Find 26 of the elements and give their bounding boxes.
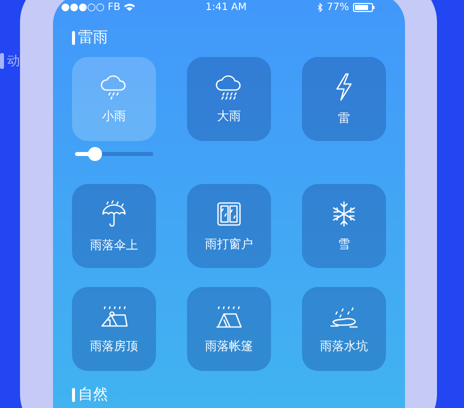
- battery-percent: 77%: [326, 2, 349, 12]
- sound-tile[interactable]: 雨落帐篷: [187, 287, 271, 371]
- sound-tile[interactable]: 雨落伞上: [72, 184, 156, 268]
- tent-icon: [214, 304, 244, 330]
- carrier-text: ●●●○○ FB: [61, 2, 120, 12]
- window-icon: [215, 200, 243, 228]
- ghost-title-bar: [0, 53, 4, 69]
- section-title: 雷雨: [78, 28, 108, 47]
- section-title: 自然: [78, 385, 108, 404]
- sound-tile[interactable]: 雷: [302, 57, 386, 141]
- section-marker: [72, 30, 75, 44]
- wifi-icon: [124, 3, 136, 11]
- bluetooth-icon: [316, 2, 323, 12]
- sound-tile[interactable]: 雨落水坑: [302, 287, 386, 371]
- sound-tile[interactable]: 雪: [302, 184, 386, 268]
- clock-text: 1:41 AM: [206, 2, 247, 12]
- section-marker: [72, 388, 75, 402]
- ghost-title: 动: [7, 53, 20, 70]
- battery-icon: [352, 2, 375, 12]
- sound-tile[interactable]: 小雨: [72, 57, 156, 141]
- sound-tile[interactable]: 雨落房顶: [72, 287, 156, 371]
- sound-tile[interactable]: 大雨: [187, 57, 271, 141]
- sound-tile[interactable]: 雨打窗户: [187, 184, 271, 268]
- slider-thumb[interactable]: [88, 147, 102, 161]
- roof-rain-icon: [99, 304, 129, 330]
- snowflake-icon: [330, 200, 358, 228]
